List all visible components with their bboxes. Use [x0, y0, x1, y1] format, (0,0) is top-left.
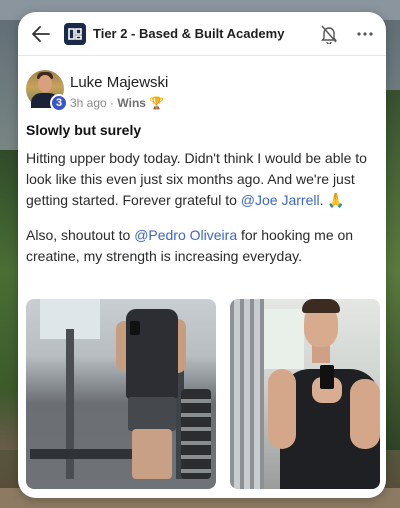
post-paragraph: Hitting upper body today. Didn't think I…: [26, 150, 367, 208]
arrow-left-icon: [32, 26, 50, 42]
post-photo[interactable]: [230, 299, 380, 489]
post-title: Slowly but surely: [26, 122, 142, 138]
post-body: Hitting upper body today. Didn't think I…: [26, 148, 382, 281]
group-title[interactable]: Tier 2 - Based & Built Academy: [93, 26, 284, 41]
back-button[interactable]: [30, 24, 52, 44]
meta-separator: ·: [110, 96, 115, 110]
post-paragraph: Also, shoutout to @Pedro Oliveira for ho…: [26, 227, 354, 264]
level-badge: 3: [50, 94, 68, 112]
notification-bell-button[interactable]: [320, 24, 340, 45]
mention-link[interactable]: @Pedro Oliveira: [134, 227, 237, 243]
more-options-button[interactable]: [355, 26, 375, 42]
post-category[interactable]: Wins: [117, 96, 146, 110]
bell-off-icon: [321, 25, 337, 45]
author-name[interactable]: Luke Majewski: [70, 74, 168, 91]
mention-link[interactable]: @Joe Jarrell: [241, 192, 320, 208]
post-card: Tier 2 - Based & Built Academy 3 Luke Ma…: [18, 12, 386, 498]
post-photo[interactable]: [26, 299, 216, 489]
post-meta: 3h ago · Wins 🏆: [70, 96, 164, 110]
trophy-icon: 🏆: [148, 96, 164, 110]
post-header: Tier 2 - Based & Built Academy: [18, 12, 386, 56]
more-horizontal-icon: [357, 32, 373, 36]
post-time: 3h ago: [70, 96, 107, 110]
avatar-face: [38, 75, 52, 92]
group-logo-icon[interactable]: [64, 23, 86, 45]
